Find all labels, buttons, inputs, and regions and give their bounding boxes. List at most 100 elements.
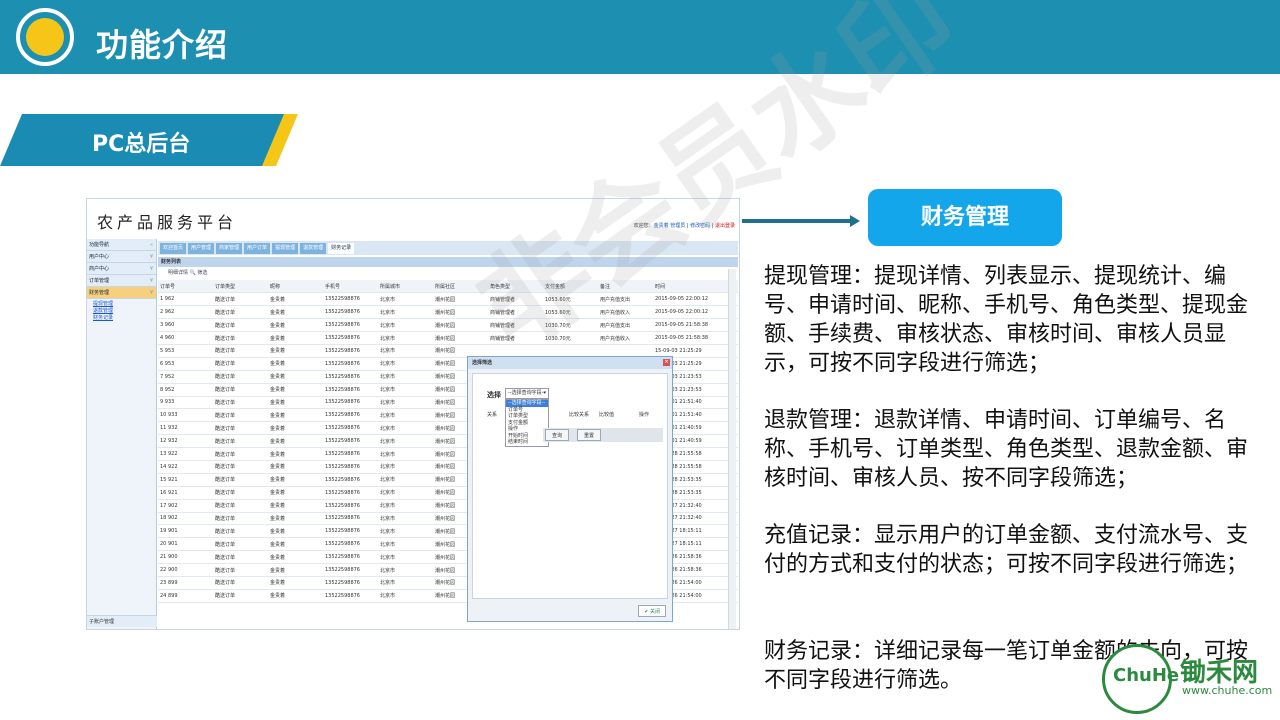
table-cell: 酷送订单 (213, 396, 268, 410)
sidebar-item-orders[interactable]: 订单管理 ¥ (87, 275, 156, 287)
table-cell: 7 952 (158, 370, 213, 384)
criteria-header: 关系 比较关系 比较值 操作 (487, 412, 650, 418)
column-header[interactable]: 订单号 (158, 280, 213, 294)
tab-users[interactable]: 用户管理 (188, 243, 215, 254)
table-cell: 酷送订单 (213, 357, 268, 371)
sidebar-item-subaccounts[interactable]: 子账户管理 (87, 615, 157, 627)
table-cell: 酷送订单 (213, 421, 268, 436)
sidebar-item-users[interactable]: 用户中心 ¥ (87, 251, 156, 263)
table-cell: 金贵着 (268, 473, 323, 487)
field-select[interactable]: --选择查询字段-- ▾ (505, 388, 549, 399)
tab-refund[interactable]: 退款管理 (300, 243, 327, 254)
header-bar: 功能介绍 (0, 0, 1280, 74)
table-cell: 北京市 (378, 447, 433, 461)
table-cell: 北京市 (378, 421, 433, 436)
table-cell: 13522598876 (323, 576, 378, 590)
table-cell: 金贵着 (268, 421, 323, 436)
dropdown-option[interactable]: --选择查询字段-- (506, 400, 548, 407)
table-cell: 金贵着 (268, 550, 323, 565)
brand-url: www.chuhe.com (1182, 684, 1273, 697)
table-cell: 20 901 (158, 537, 213, 552)
table-cell: 北京市 (378, 408, 433, 423)
tab-withdraw[interactable]: 提现管理 (272, 243, 299, 254)
table-cell: 北京市 (378, 460, 433, 474)
table-cell: 9 933 (158, 396, 213, 410)
dialog-title: 选择筛选 (472, 360, 493, 366)
table-cell: 13522598876 (323, 589, 378, 603)
desc-withdraw: 提现管理：提现详情、列表显示、提现统计、编号、申请时间、昵称、手机号、角色类型、… (764, 264, 1249, 376)
table-row[interactable]: 2 962 酷送订单 金贵着 13522598876 北京市 潮州花园 商铺管理者 1053.… (158, 305, 738, 320)
page-title: 功能介绍 (96, 26, 229, 64)
dropdown-option[interactable]: 结束时间 (506, 439, 548, 446)
table-cell: 4 960 (158, 331, 213, 345)
table-cell: 北京市 (378, 305, 433, 320)
table-cell: 酷送订单 (213, 473, 268, 487)
table-cell: 潮州花园 (433, 331, 488, 345)
finance-callout: 财务管理 (868, 189, 1062, 246)
table-cell: 北京市 (378, 589, 433, 603)
table-cell: 酷送订单 (213, 318, 268, 333)
table-cell: 17 902 (158, 499, 213, 513)
table-cell: 16 921 (158, 486, 213, 500)
tab-user-orders[interactable]: 用户订单 (244, 243, 271, 254)
table-cell: 北京市 (378, 537, 433, 552)
column-header[interactable]: 手机号 (323, 280, 378, 294)
table-cell: 北京市 (378, 292, 433, 307)
table-cell: 北京市 (378, 357, 433, 371)
table-cell: 11 932 (158, 421, 213, 436)
table-cell: 潮州花园 (433, 305, 488, 320)
tab-merchants[interactable]: 商家管理 (216, 243, 243, 254)
table-cell: 19 901 (158, 524, 213, 539)
table-cell: 金贵着 (268, 447, 323, 461)
table-cell: 14 922 (158, 460, 213, 474)
filter-dialog: 选择筛选 × 选择 --选择查询字段-- ▾ --选择查询字段-- 订单号 订单类型支… (467, 356, 673, 622)
table-cell: 金贵着 (268, 512, 323, 526)
table-cell: 24 899 (158, 589, 213, 603)
desc-refund: 退款管理：退款详情、申请时间、订单编号、名称、手机号、订单类型、角色类型、退款金… (764, 408, 1249, 491)
table-cell: 酷送订单 (213, 305, 268, 320)
table-cell: 酷送订单 (213, 499, 268, 513)
sidebar-item-finance[interactable]: 财务管理 ¥ (87, 287, 156, 299)
dialog-close-icon[interactable]: × (663, 359, 670, 366)
sidebar-sub-records[interactable]: 财务记录 (87, 315, 156, 322)
table-cell: 22 900 (158, 563, 213, 577)
header-logo-icon (16, 8, 74, 66)
table-cell: 北京市 (378, 563, 433, 577)
table-cell: 潮州花园 (433, 318, 488, 333)
table-cell: 金贵着 (268, 344, 323, 358)
column-header[interactable]: 所属城市 (378, 280, 433, 294)
query-button[interactable]: 查询 (545, 429, 570, 441)
dialog-close-button[interactable]: ✔ 关闭 (638, 605, 666, 617)
sidebar-sub-withdraw[interactable]: 提现管理 (87, 301, 156, 308)
table-cell: 北京市 (378, 524, 433, 539)
column-header[interactable]: 昵称 (268, 280, 323, 294)
table-cell: 酷送订单 (213, 512, 268, 526)
sidebar-sub-refund[interactable]: 退款管理 (87, 308, 156, 315)
table-cell: 北京市 (378, 473, 433, 487)
table-cell: 13522598876 (323, 537, 378, 552)
tab-finance-records[interactable]: 财务记录 (328, 243, 355, 254)
tab-welcome[interactable]: 欢迎首页 (160, 243, 187, 254)
reset-button[interactable]: 重置 (577, 429, 602, 441)
table-cell: 酷送订单 (213, 524, 268, 539)
table-cell: 2015-09-05 21:58:38 (653, 331, 738, 345)
sidebar-item-merchants[interactable]: 商户中心 ¥ (87, 263, 156, 275)
table-cell: 金贵着 (268, 589, 323, 603)
table-cell: 13522598876 (323, 499, 378, 513)
table-cell: 3 960 (158, 318, 213, 333)
table-cell: 北京市 (378, 370, 433, 384)
dialog-button-row: 查询 重置 (543, 428, 663, 442)
table-cell: 13522598876 (323, 357, 378, 371)
sidebar-item-nav[interactable]: 功能导航 « (87, 239, 156, 251)
table-cell: 金贵着 (268, 537, 323, 552)
table-cell: 23 899 (158, 576, 213, 590)
table-row[interactable]: 3 960 酷送订单 金贵着 13522598876 北京市 潮州花园 商铺管理者 1030.… (158, 318, 738, 333)
table-row[interactable]: 4 960 酷送订单 金贵着 13522598876 北京市 潮州花园 商铺管理者 1030.… (158, 331, 738, 345)
table-cell: 金贵着 (268, 318, 323, 333)
table-scrollbar[interactable] (728, 269, 736, 629)
table-cell: 13522598876 (323, 486, 378, 500)
column-header[interactable]: 订单类型 (213, 280, 268, 294)
table-cell: 用户充值收入 (598, 331, 653, 345)
table-cell: 12 932 (158, 434, 213, 449)
table-cell: 酷送订单 (213, 563, 268, 577)
